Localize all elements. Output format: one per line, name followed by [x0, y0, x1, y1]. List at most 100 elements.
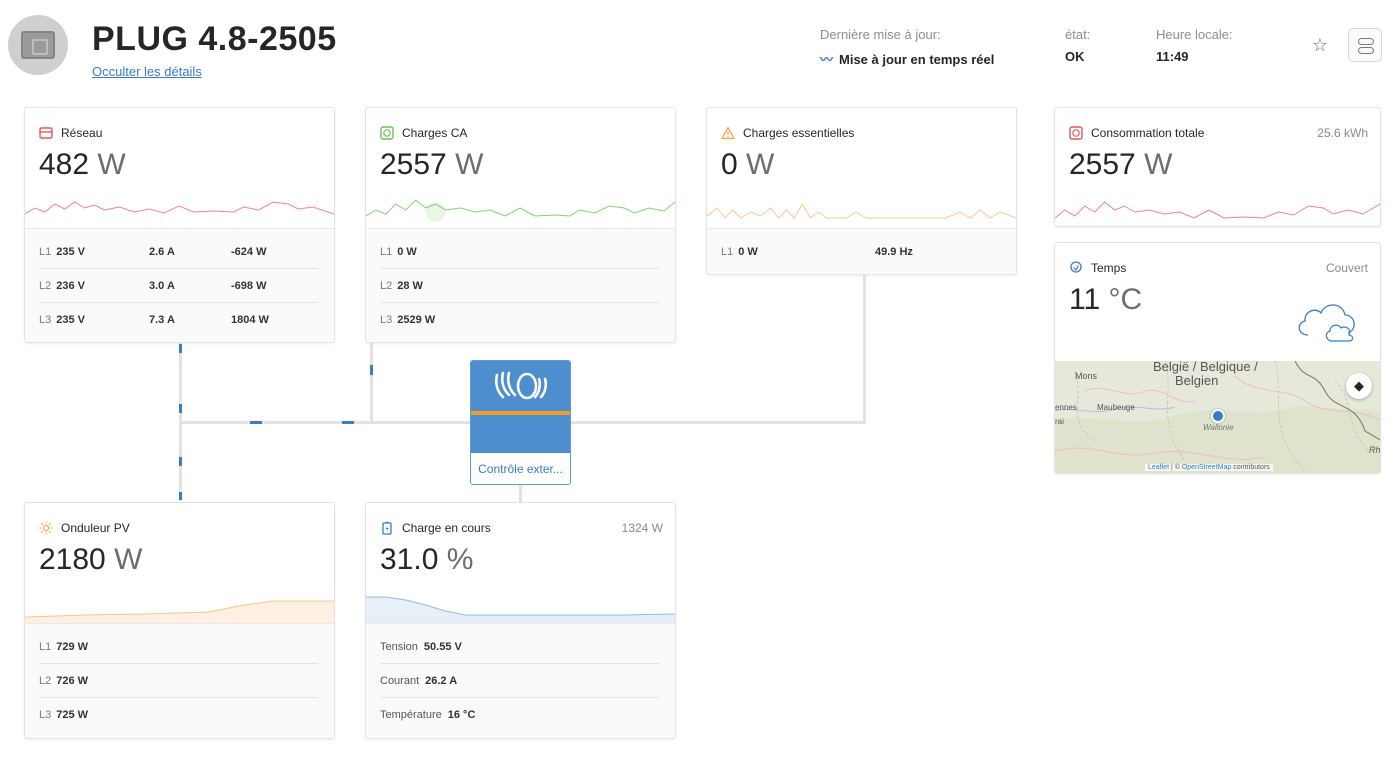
- last-update-block: Dernière mise à jour: 〰 Mise à jour en te…: [820, 27, 994, 68]
- voltage: 235 V: [56, 245, 85, 258]
- inverter-body: [471, 415, 570, 453]
- total-power-unit: W: [1144, 148, 1173, 181]
- pv-row-l2: L2 726 W: [39, 664, 318, 698]
- pv-power-value: 2180: [39, 543, 106, 576]
- connector-acloads: [370, 343, 373, 423]
- battery-soc: 31.0 %: [380, 543, 473, 577]
- essential-sparkline: [707, 202, 1016, 219]
- toggle-icon-bottom: [1358, 47, 1374, 54]
- toggle-icon-top: [1358, 38, 1374, 45]
- map-label-maubeuge: Maubeuge: [1097, 403, 1135, 412]
- essential-loads-card[interactable]: Charges essentielles 0 W L1 0 W 49.9 Hz: [706, 107, 1017, 275]
- pv-inverter-card[interactable]: Onduleur PV 2180 W L1 729 W L2 726 W L3 725…: [24, 502, 335, 739]
- map-label-wallonie: Wallonie: [1203, 423, 1234, 432]
- phase-label: L2: [39, 279, 52, 292]
- weather-card-header: Temps Couvert: [1069, 259, 1368, 277]
- settings-toggle-button[interactable]: [1348, 28, 1382, 62]
- directions-icon[interactable]: ◆: [1346, 373, 1372, 399]
- map-attribution: Leaflet | © OpenStreetMap contributors: [1145, 464, 1273, 471]
- connector-essential-h: [571, 421, 866, 424]
- flow-dot: [342, 421, 354, 424]
- ac-loads-card[interactable]: Charges CA 2557 W L1 0 W L2 28 W L3 2529 W: [365, 107, 676, 343]
- favorite-star-icon[interactable]: ☆: [1308, 33, 1332, 57]
- grid-card-title: Réseau: [61, 126, 103, 140]
- phase-label: L1: [721, 246, 734, 258]
- battery-soc-value: 31.0: [380, 543, 439, 576]
- ac-loads-power: 2557 W: [380, 148, 483, 182]
- current-label: Courant: [380, 674, 420, 687]
- temperature: 11 °C: [1069, 283, 1142, 317]
- grid-card[interactable]: Réseau 482 W L1 235 V 2.6 A -624 W L2 236 V 3…: [24, 107, 335, 343]
- power: 725 W: [56, 709, 89, 721]
- flow-dot: [179, 344, 182, 353]
- last-update-text: Mise à jour en temps réel: [839, 52, 995, 67]
- pv-row-l3: L3 725 W: [39, 698, 318, 732]
- inverter-control-button[interactable]: Contrôle exter...: [470, 360, 571, 485]
- voltage: 235 V: [56, 314, 85, 326]
- last-update-label: Dernière mise à jour:: [820, 27, 941, 42]
- ac-loads-power-value: 2557: [380, 148, 447, 181]
- leaflet-link[interactable]: Leaflet: [1148, 464, 1169, 471]
- voltage: 236 V: [56, 279, 85, 292]
- cloud-icon: [1298, 304, 1355, 342]
- battery-sparkline: [366, 596, 675, 625]
- total-consumption-card[interactable]: Consommation totale 25.6 kWh 2557 W: [1054, 107, 1381, 227]
- battery-power: 1324 W: [621, 521, 663, 535]
- battery-charging-icon: [382, 521, 392, 535]
- battery-details: Tension 50.55 V Courant 26.2 A Température…: [366, 623, 675, 738]
- ac-loads-card-header: Charges CA: [380, 124, 663, 142]
- last-update-value: 〰 Mise à jour en temps réel: [820, 49, 994, 68]
- current: 3.0 A: [149, 279, 175, 292]
- page-title: PLUG 4.8-2505: [92, 20, 337, 58]
- location-map[interactable]: België / Belgique / Belgien Mons Maubeug…: [1055, 361, 1380, 473]
- grid-power-unit: W: [97, 148, 126, 181]
- pv-sparkline: [25, 600, 334, 625]
- current: 2.6 A: [149, 245, 175, 258]
- total-card-header: Consommation totale 25.6 kWh: [1069, 124, 1368, 142]
- grid-power: 482 W: [39, 148, 126, 182]
- battery-row-current: Courant 26.2 A: [380, 664, 659, 698]
- current: 7.3 A: [149, 314, 175, 326]
- pv-card-header: Onduleur PV: [39, 519, 322, 537]
- temperature-unit: °C: [1108, 283, 1143, 316]
- power: 1804 W: [231, 314, 269, 326]
- sun-icon: [39, 521, 53, 535]
- flow-dot: [179, 404, 182, 413]
- power: 0 W: [397, 245, 417, 258]
- voltage-label: Tension: [380, 640, 418, 653]
- phase-label: L1: [39, 245, 52, 258]
- pv-card-title: Onduleur PV: [61, 521, 130, 535]
- ac-loads-row-l2: L2 28 W: [380, 269, 659, 303]
- frequency: 49.9 Hz: [875, 246, 913, 258]
- total-power-value: 2557: [1069, 148, 1136, 181]
- ac-loads-power-unit: W: [455, 148, 484, 181]
- ac-loads-details: L1 0 W L2 28 W L3 2529 W: [366, 228, 675, 342]
- realtime-wave-icon: 〰: [820, 52, 834, 67]
- essential-card-header: Charges essentielles: [721, 124, 1004, 142]
- inverter-logo-area: [471, 361, 570, 411]
- battery-card-title: Charge en cours: [402, 521, 491, 535]
- grid-sparkline: [25, 201, 334, 215]
- total-card-title: Consommation totale: [1091, 126, 1205, 140]
- hide-details-link[interactable]: Occulter les détails: [92, 64, 202, 79]
- weather-card-title: Temps: [1091, 261, 1127, 275]
- grid-row-l2: L2 236 V 3.0 A -698 W: [39, 269, 318, 303]
- essential-power-value: 0: [721, 148, 738, 181]
- victron-logo-icon: [494, 371, 548, 400]
- ac-loads-row-l1: L1 0 W: [380, 235, 659, 269]
- total-sparkline: [1055, 201, 1380, 219]
- battery-row-temperature: Température 16 °C: [380, 698, 659, 732]
- attribution-separator: | ©: [1169, 464, 1182, 471]
- pv-row-l1: L1 729 W: [39, 630, 318, 664]
- map-label-edge: ennes: [1055, 403, 1077, 412]
- flow-dot: [179, 457, 182, 466]
- local-time-label: Heure locale:: [1156, 27, 1233, 42]
- osm-link[interactable]: OpenStreetMap: [1182, 464, 1231, 471]
- essential-power-unit: W: [746, 148, 775, 181]
- weather-card[interactable]: Temps Couvert 11 °C België / Belgique / …: [1054, 242, 1381, 474]
- inverter-label: Contrôle exter...: [478, 462, 563, 476]
- battery-card[interactable]: Charge en cours 1324 W 31.0 % Tension 50.…: [365, 502, 676, 739]
- temperature-value: 11: [1069, 283, 1101, 316]
- warning-icon: [721, 126, 735, 140]
- map-location-marker[interactable]: [1211, 409, 1225, 423]
